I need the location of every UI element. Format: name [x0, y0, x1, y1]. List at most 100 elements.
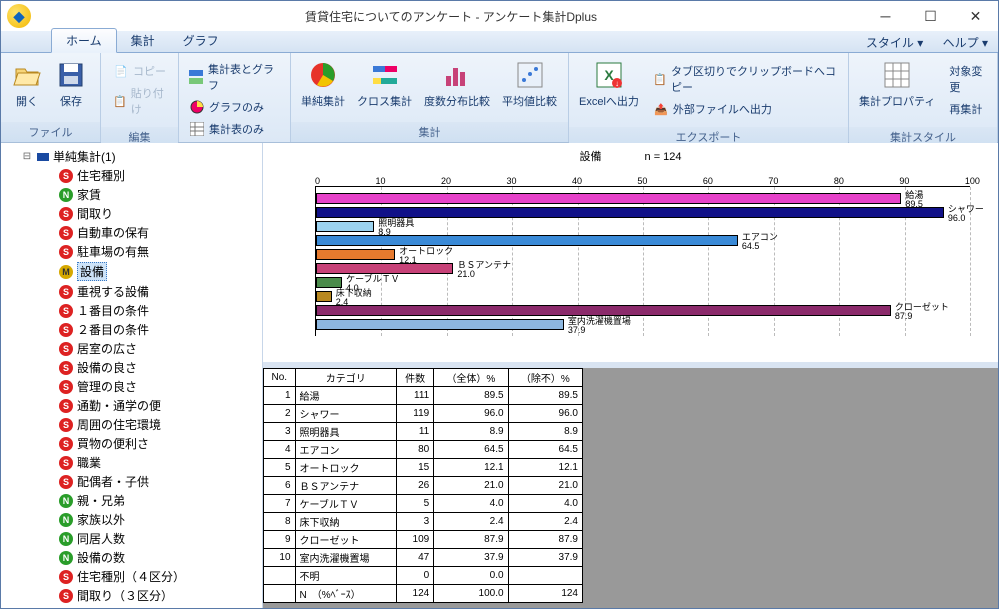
tree-item[interactable]: N家族以外: [3, 510, 260, 529]
tree-item[interactable]: S職業: [3, 453, 260, 472]
badge-icon: S: [59, 418, 73, 432]
tree-item[interactable]: S自動車の保有: [3, 223, 260, 242]
tree-item[interactable]: N設備の数: [3, 548, 260, 567]
tree-item[interactable]: S設備の良さ: [3, 358, 260, 377]
tree-item[interactable]: S１番目の条件: [3, 301, 260, 320]
app-icon: ◆: [7, 4, 31, 28]
table-row: 4エアコン8064.564.5: [264, 441, 583, 459]
badge-icon: S: [59, 207, 73, 221]
menu-style[interactable]: スタイル ▾: [858, 36, 923, 50]
tree-item[interactable]: S配偶者・子供: [3, 472, 260, 491]
cross-agg-button[interactable]: クロス集計: [351, 57, 418, 111]
view-both-button[interactable]: 集計表とグラフ: [185, 59, 284, 95]
view-graph-button[interactable]: グラフのみ: [185, 97, 284, 117]
table-row: 1給湯11189.589.5: [264, 387, 583, 405]
excel-export-button[interactable]: X↓Excelへ出力: [573, 57, 645, 111]
svg-text:↓: ↓: [615, 79, 619, 88]
tree-item[interactable]: S管理の良さ: [3, 377, 260, 396]
table-row: 9クローゼット10987.987.9: [264, 531, 583, 549]
pie-icon: [189, 99, 205, 115]
paste-icon: 📋: [113, 93, 127, 109]
table-row: 8床下収納32.42.4: [264, 513, 583, 531]
chart-area: 設備 n = 124 0102030405060708090100 給湯89.5…: [263, 143, 998, 368]
tree-item[interactable]: S住宅種別: [3, 166, 260, 185]
view-table-button[interactable]: 集計表のみ: [185, 119, 284, 139]
mean-button[interactable]: 平均値比較: [496, 57, 563, 111]
copy-icon: 📄: [113, 63, 129, 79]
simple-agg-button[interactable]: 単純集計: [295, 57, 351, 111]
tree-item[interactable]: S２番目の条件: [3, 320, 260, 339]
pie-chart-icon: [307, 59, 339, 91]
close-button[interactable]: ✕: [953, 1, 998, 31]
badge-icon: S: [59, 475, 73, 489]
tree-item[interactable]: S重視する設備: [3, 282, 260, 301]
table-row: 不明00.0: [264, 567, 583, 585]
grid-icon: [881, 59, 913, 91]
chart-bar: [316, 249, 395, 260]
badge-icon: N: [59, 551, 73, 565]
tree-item[interactable]: S間取り（３区分）: [3, 586, 260, 605]
badge-icon: S: [59, 342, 73, 356]
copy-button[interactable]: 📄コピー: [109, 61, 170, 81]
tree-item[interactable]: S買物の便利さ: [3, 434, 260, 453]
chart-n: n = 124: [645, 151, 682, 163]
chart-bar: [316, 291, 332, 302]
tab-summary[interactable]: 集計: [117, 29, 169, 52]
tree-cross[interactable]: クロス集計: [3, 605, 260, 608]
badge-icon: N: [59, 494, 73, 508]
tree-item[interactable]: S周囲の住宅環境: [3, 415, 260, 434]
tree-item[interactable]: S通勤・通学の便: [3, 396, 260, 415]
table-row: 3照明器具118.98.9: [264, 423, 583, 441]
tree-root[interactable]: ⊟ 単純集計(1): [3, 147, 260, 166]
scatter-icon: [514, 59, 546, 91]
open-button[interactable]: 開く: [5, 57, 49, 111]
tree-item[interactable]: N同居人数: [3, 529, 260, 548]
freq-button[interactable]: 度数分布比較: [418, 57, 496, 111]
menu-help[interactable]: ヘルプ ▾: [935, 36, 988, 50]
badge-icon: N: [59, 188, 73, 202]
badge-icon: S: [59, 380, 73, 394]
target-change-button[interactable]: 対象変更: [945, 61, 989, 97]
paste-button[interactable]: 📋貼り付け: [109, 83, 170, 119]
excel-icon: X↓: [593, 59, 625, 91]
tree-item[interactable]: M設備: [3, 261, 260, 282]
badge-icon: N: [59, 532, 73, 546]
file-export-button[interactable]: 📤外部ファイルへ出力: [649, 99, 840, 119]
tree-item[interactable]: S駐車場の有無: [3, 242, 260, 261]
chart-bar: [316, 263, 453, 274]
table-area[interactable]: No.カテゴリ件数（全体）%（除不）% 1給湯11189.589.52シャワー1…: [263, 368, 998, 608]
chart-bar: [316, 207, 944, 218]
table-row: 6ＢＳアンテナ2621.021.0: [264, 477, 583, 495]
tab-home[interactable]: ホーム: [51, 28, 117, 53]
clipboard-export-button[interactable]: 📋タブ区切りでクリップボードへコピー: [649, 61, 840, 97]
tab-graph[interactable]: グラフ: [169, 29, 233, 52]
data-table: No.カテゴリ件数（全体）%（除不）% 1給湯11189.589.52シャワー1…: [263, 368, 583, 603]
minimize-button[interactable]: ─: [863, 1, 908, 31]
window-title: 賃貸住宅についてのアンケート - アンケート集計Dplus: [39, 8, 863, 25]
reagg-button[interactable]: 再集計: [945, 99, 989, 119]
badge-icon: S: [59, 361, 73, 375]
table-row: 10室内洗濯機置場4737.937.9: [264, 549, 583, 567]
tree-item[interactable]: N親・兄弟: [3, 491, 260, 510]
badge-icon: S: [59, 570, 73, 584]
agg-property-button[interactable]: 集計プロパティ: [853, 57, 941, 111]
tree-panel[interactable]: ⊟ 単純集計(1) S住宅種別N家賃S間取りS自動車の保有S駐車場の有無M設備S…: [1, 143, 263, 608]
tree-item[interactable]: S住宅種別（４区分）: [3, 567, 260, 586]
badge-icon: S: [59, 456, 73, 470]
tree-item[interactable]: S間取り: [3, 204, 260, 223]
chart-bar: [316, 221, 374, 232]
ribbon-group-agg: 集計: [291, 122, 568, 142]
badge-icon: S: [59, 226, 73, 240]
tree-item[interactable]: N家賃: [3, 185, 260, 204]
table-row: N （%ﾍﾞｰｽ）124100.0124: [264, 585, 583, 603]
badge-icon: S: [59, 245, 73, 259]
maximize-button[interactable]: ☐: [908, 1, 953, 31]
table-icon: [189, 121, 205, 137]
save-button[interactable]: 保存: [49, 57, 93, 111]
badge-icon: S: [59, 323, 73, 337]
table-row: 2シャワー11996.096.0: [264, 405, 583, 423]
list-icon: [37, 153, 49, 161]
chart-bar: [316, 235, 738, 246]
tree-item[interactable]: S居室の広さ: [3, 339, 260, 358]
file-export-icon: 📤: [653, 101, 669, 117]
